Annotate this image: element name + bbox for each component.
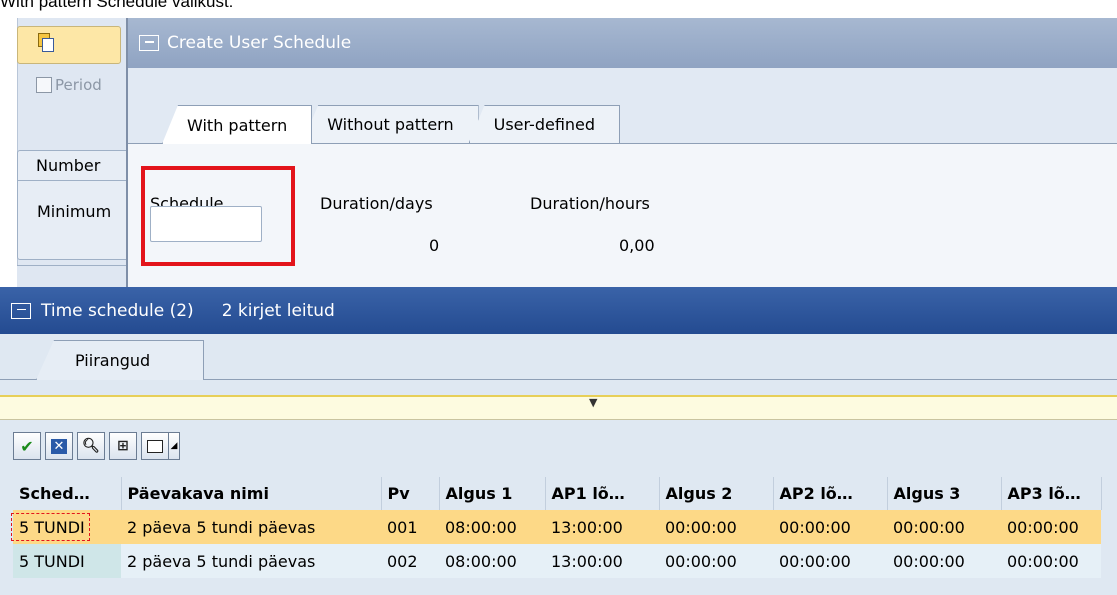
table-cell[interactable]: 00:00:00 <box>1001 510 1101 544</box>
grid-toolbar: ✔ ✕ 🔍︎ ⊞ ◢ <box>13 432 180 461</box>
dialog-title: Create User Schedule <box>167 33 352 53</box>
divider <box>17 180 132 181</box>
period-checkbox[interactable]: Period <box>36 76 102 94</box>
tab-user-defined[interactable]: User-defined <box>468 105 621 143</box>
paste-button[interactable] <box>17 26 121 64</box>
column-header[interactable]: Sched… <box>13 477 122 510</box>
time-schedule-title: Time schedule (2) <box>41 300 194 321</box>
window-icon <box>139 35 159 51</box>
find-icon[interactable]: 🔍︎ <box>77 432 105 460</box>
tab-piirangud[interactable]: Piirangud <box>36 340 204 380</box>
table-cell[interactable]: 08:00:00 <box>439 544 545 578</box>
column-header[interactable]: Päevakava nimi <box>121 477 382 510</box>
checkbox-box[interactable] <box>36 77 52 93</box>
column-header[interactable]: Algus 2 <box>659 477 774 510</box>
dropdown-arrow-icon[interactable]: ◢ <box>168 432 180 460</box>
table-cell[interactable]: 2 päeva 5 tundi päevas <box>121 510 381 544</box>
cell-focus-marker <box>11 513 90 541</box>
background-strip <box>17 265 137 287</box>
splitter-bar[interactable] <box>0 395 1117 420</box>
table-cell[interactable]: 002 <box>381 544 439 578</box>
highlight-box <box>141 166 295 266</box>
duration-days-value: 0 <box>429 236 440 255</box>
table-cell[interactable]: 2 päeva 5 tundi päevas <box>121 544 381 578</box>
duration-hours-value: 0,00 <box>619 236 655 255</box>
table-cell[interactable]: 13:00:00 <box>545 510 659 544</box>
schedule-table: Sched… Päevakava nimi Pv Algus 1 AP1 lõ…… <box>11 477 1102 578</box>
column-header[interactable]: Pv <box>381 477 440 510</box>
table-cell[interactable]: 00:00:00 <box>1001 544 1101 578</box>
column-header[interactable]: AP1 lõ… <box>545 477 660 510</box>
paste-icon <box>38 33 54 53</box>
minimum-label: Minimum <box>37 202 112 221</box>
collapse-arrow-icon[interactable]: ▼ <box>589 396 597 409</box>
table-header-row: Sched… Päevakava nimi Pv Algus 1 AP1 lõ…… <box>13 477 1102 510</box>
window-icon <box>11 302 31 319</box>
column-header[interactable]: AP2 lõ… <box>773 477 888 510</box>
check-icon[interactable]: ✔ <box>13 432 41 460</box>
table-cell[interactable]: 5 TUNDI <box>13 544 121 578</box>
table-cell[interactable]: 00:00:00 <box>659 544 773 578</box>
dialog-tabs: With pattern Without pattern User-define… <box>162 105 621 144</box>
caption-text: With pattern Schedule valikust: <box>0 0 234 11</box>
tab-with-pattern[interactable]: With pattern <box>162 105 313 144</box>
table-cell[interactable]: 00:00:00 <box>659 510 773 544</box>
print-icon[interactable] <box>141 432 169 460</box>
table-row[interactable]: 5 TUNDI 2 päeva 5 tundi päevas 002 08:00… <box>13 544 1101 578</box>
table-row[interactable]: 5 TUNDI 2 päeva 5 tundi päevas 001 08:00… <box>11 510 1101 544</box>
duration-hours-label: Duration/hours <box>530 194 650 213</box>
table-cell[interactable]: 001 <box>381 510 439 544</box>
table-cell[interactable]: 00:00:00 <box>773 510 887 544</box>
column-header[interactable]: Algus 3 <box>887 477 1002 510</box>
find-next-icon[interactable]: ⊞ <box>109 432 137 460</box>
table-cell[interactable]: 00:00:00 <box>887 544 1001 578</box>
tab-without-pattern[interactable]: Without pattern <box>302 105 479 143</box>
number-label: Number <box>36 156 101 175</box>
table-cell[interactable]: 5 TUNDI <box>11 510 121 544</box>
entries-found-text: 2 kirjet leitud <box>221 300 335 321</box>
cancel-icon[interactable]: ✕ <box>45 432 73 460</box>
duration-days-label: Duration/days <box>320 194 433 213</box>
time-schedule-title-bar[interactable]: Time schedule (2) 2 kirjet leitud <box>0 287 1117 334</box>
period-label: Period <box>55 76 102 94</box>
table-cell[interactable]: 00:00:00 <box>887 510 1001 544</box>
table-cell[interactable]: 00:00:00 <box>773 544 887 578</box>
table-cell[interactable]: 08:00:00 <box>439 510 545 544</box>
column-header[interactable]: AP3 lõ… <box>1001 477 1102 510</box>
table-cell[interactable]: 13:00:00 <box>545 544 659 578</box>
dialog-title-bar[interactable]: Create User Schedule <box>128 18 1117 68</box>
column-header[interactable]: Algus 1 <box>439 477 546 510</box>
